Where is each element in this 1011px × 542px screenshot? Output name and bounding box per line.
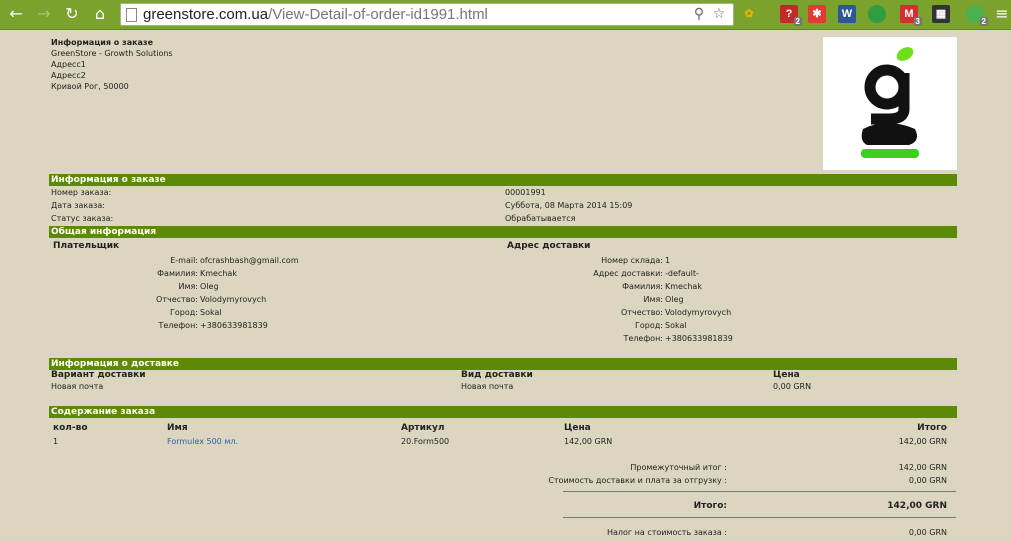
payer-email-label: E-mail: [170,256,198,265]
address-bar[interactable]: greenstore.com.ua/View-Detail-of-order-i… [120,3,734,26]
item-price: 142,00 GRN [564,437,613,446]
page-icon [126,8,137,22]
item-qty: 1 [53,437,59,446]
delivery-type-title: Вид доставки [461,370,533,380]
payer-title: Плательщик [53,241,120,251]
shipping-phone-value: +380633981839 [665,334,733,343]
col-sku-header: Артикул [401,423,445,433]
subtotal-label: Промежуточный итог : [630,463,727,472]
order-date-label: Дата заказа: [51,201,105,210]
url-text[interactable]: greenstore.com.ua/View-Detail-of-order-i… [143,6,488,23]
flower-extension-icon[interactable]: ✿ [740,5,758,23]
shipping-lastname-label: Фамилия: [622,282,663,291]
store-city: Кривой Рог, 50000 [51,82,129,91]
payer-firstname-value: Oleg [200,282,219,291]
order-status-value: Обрабатывается [505,214,576,223]
word-extension-icon[interactable]: W [838,5,856,23]
bookmark-star-icon[interactable]: ☆ [711,6,727,22]
shipping-patronymic-value: Volodymyrovych [665,308,732,317]
totals-divider-bottom [563,517,956,518]
order-info-header: Информация о заказе [49,174,957,186]
payer-patronymic-value: Volodymyrovych [200,295,267,304]
menu-icon[interactable]: ≡ [994,4,1010,24]
col-price-header: Цена [564,423,591,433]
order-date-value: Суббота, 08 Марта 2014 15:09 [505,201,633,210]
shipping-warehouse-label: Номер склада: [601,256,663,265]
order-contents-header: Содержание заказа [49,406,957,418]
forward-icon[interactable]: → [34,4,54,24]
shipping-address-value: -default- [665,269,699,278]
shipping-patronymic-label: Отчество: [621,308,663,317]
gmail-extension-icon[interactable]: M3 [900,5,922,26]
subtotal-value: 142,00 GRN [898,463,947,472]
payer-city-label: Город: [170,308,198,317]
delivery-option-value: Новая почта [51,382,104,391]
delivery-option-title: Вариант доставки [51,370,146,380]
item-sku: 20.Form500 [401,437,450,446]
delivery-info-header: Информация о доставке [49,358,957,370]
green-extension-icon[interactable]: 2 [966,5,988,26]
delivery-price-value: 0,00 GRN [773,382,812,391]
item-total: 142,00 GRN [898,437,947,446]
col-total-header: Итого [917,423,947,433]
store-info-title: Информация о заказе [51,38,154,47]
film-extension-icon[interactable]: ▦ [932,5,950,23]
order-page: Информация о заказе GreenStore - Growth … [0,31,1011,542]
question-extension-icon[interactable]: ? 2 [780,5,802,26]
grand-total-value: 142,00 GRN [887,501,947,511]
payer-city-value: Sokal [200,308,222,317]
payer-firstname-label: Имя: [178,282,198,291]
android-extension-icon[interactable] [868,5,886,23]
home-icon[interactable]: ⌂ [90,4,110,24]
order-number-label: Номер заказа: [51,188,112,197]
col-name-header: Имя [167,423,188,433]
back-icon[interactable]: ← [6,4,26,24]
store-address2: Адресс2 [51,71,86,80]
order-number-value: 00001991 [505,188,546,197]
shipping-firstname-label: Имя: [643,295,663,304]
shipping-cost-value: 0,00 GRN [908,476,947,485]
payer-lastname-value: Kmechak [200,269,237,278]
browser-toolbar: ← → ↻ ⌂ greenstore.com.ua/View-Detail-of… [0,0,1011,30]
shipping-firstname-value: Oleg [665,295,684,304]
shipping-warehouse-value: 1 [665,256,671,265]
store-address1: Адресс1 [51,60,86,69]
shipping-cost-label: Стоимость доставки и плата за отгрузку : [548,476,727,485]
shipping-city-value: Sokal [665,321,687,330]
reload-icon[interactable]: ↻ [62,4,82,24]
tax-value: 0,00 GRN [908,528,947,537]
general-info-header: Общая информация [49,226,957,238]
payer-lastname-label: Фамилия: [157,269,198,278]
shipping-lastname-value: Kmechak [665,282,702,291]
grand-total-label: Итого: [693,501,727,511]
store-name: GreenStore - Growth Solutions [51,49,173,58]
item-name-link[interactable]: Formulex 500 мл. [167,436,238,447]
delivery-type-value: Новая почта [461,382,514,391]
tax-label: Налог на стоимость заказа : [606,528,727,537]
zoom-search-icon[interactable]: ⚲ [691,6,707,22]
shipping-phone-label: Телефон: [623,334,663,343]
shipping-city-label: Город: [635,321,663,330]
totals-divider-top [563,491,956,492]
order-status-label: Статус заказа: [51,214,114,223]
payer-phone-label: Телефон: [158,321,198,330]
store-logo [823,37,957,170]
shipping-address-title: Адрес доставки [507,241,591,251]
payer-phone-value: +380633981839 [200,321,268,330]
delivery-price-title: Цена [773,370,800,380]
adblock-extension-icon[interactable]: ✱ [808,5,826,23]
col-qty-header: кол-во [53,423,88,433]
payer-email-value: ofcrashbash@gmail.com [200,256,299,265]
payer-patronymic-label: Отчество: [156,295,198,304]
shipping-address-label: Адрес доставки: [593,269,663,278]
store-info: Информация о заказе GreenStore - Growth … [51,37,173,92]
